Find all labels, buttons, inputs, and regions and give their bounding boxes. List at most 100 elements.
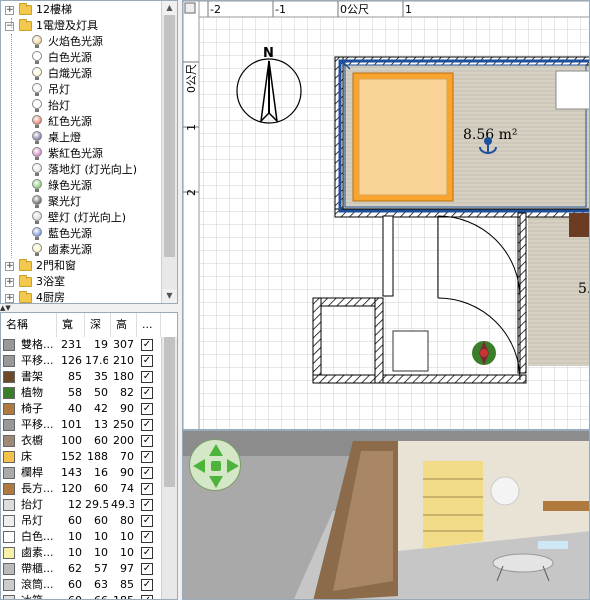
- tree-item[interactable]: 聚光灯: [1, 194, 161, 210]
- table-row[interactable]: 吊灯 60 60 80 ✓: [1, 513, 161, 529]
- nav-right-arrow-icon[interactable]: [227, 459, 239, 473]
- visible-checkbox[interactable]: ✓: [141, 547, 153, 559]
- table-row[interactable]: 長方... 120 60 74 ✓: [1, 481, 161, 497]
- visible-checkbox[interactable]: ✓: [141, 483, 153, 495]
- lock-icon[interactable]: [184, 2, 196, 14]
- tree-item[interactable]: 綠色光源: [1, 178, 161, 194]
- table-row[interactable]: 床 152 188 70 ✓: [1, 449, 161, 465]
- tree-category[interactable]: +12樓梯: [1, 2, 161, 18]
- scroll-thumb[interactable]: [164, 15, 175, 257]
- catalog-tree[interactable]: +12樓梯 − 1電燈及灯具 火焰色光源 白色光源 白熾光源 吊灯 抬灯 紅色光源 桌上燈 紫紅色光…: [0, 0, 178, 304]
- table-row[interactable]: 滾筒... 60 63 85 ✓: [1, 577, 161, 593]
- visible-checkbox[interactable]: ✓: [141, 515, 153, 527]
- table-row[interactable]: 抬灯 12 29.5 49.3 ✓: [1, 497, 161, 513]
- table-row[interactable]: 椅子 40 42 90 ✓: [1, 401, 161, 417]
- furniture-dimension: 101: [61, 418, 82, 431]
- table-row[interactable]: 鹵素... 10 10 10 ✓: [1, 545, 161, 561]
- tree-scrollbar[interactable]: ▲ ▼: [161, 1, 177, 303]
- tree-item[interactable]: 紫紅色光源: [1, 146, 161, 162]
- lamp-icon: [31, 179, 43, 193]
- tree-category[interactable]: +4厨房: [1, 290, 161, 303]
- tree-item[interactable]: 落地灯 (灯光向上): [1, 162, 161, 178]
- plant[interactable]: [472, 341, 496, 365]
- table-row[interactable]: 書架 85 35 180 ✓: [1, 369, 161, 385]
- tree-item[interactable]: 壁灯 (灯光向上): [1, 210, 161, 226]
- scroll-up-arrow-icon[interactable]: ▲: [162, 1, 177, 15]
- furniture-dimension: 60: [94, 434, 108, 447]
- ruler-y-label: 0公尺: [185, 64, 198, 93]
- furniture-dimension: 210: [113, 354, 134, 367]
- tree-category[interactable]: − 1電燈及灯具: [1, 18, 161, 34]
- tree-item[interactable]: 抬灯: [1, 98, 161, 114]
- table-row[interactable]: 衣櫥 100 60 200 ✓: [1, 433, 161, 449]
- table-scrollbar[interactable]: [161, 337, 177, 599]
- expand-icon[interactable]: +: [5, 6, 14, 15]
- column-header[interactable]: ...: [137, 313, 161, 337]
- expand-icon[interactable]: +: [5, 294, 14, 303]
- furniture-icon: [3, 531, 15, 543]
- nav-down-arrow-icon[interactable]: [209, 476, 223, 488]
- tree-item[interactable]: 鹵素光源: [1, 242, 161, 258]
- furniture-name: 帶櫃...: [21, 562, 54, 575]
- tree-item[interactable]: 紅色光源: [1, 114, 161, 130]
- visible-checkbox[interactable]: ✓: [141, 563, 153, 575]
- visible-checkbox[interactable]: ✓: [141, 579, 153, 591]
- tree-item[interactable]: 火焰色光源: [1, 34, 161, 50]
- furniture-table[interactable]: 名稱寬深高... 雙格... 231 19 307 ✓ 平移... 126 17.6 210 ✓ 書架…: [0, 312, 178, 600]
- column-header[interactable]: 寬: [57, 313, 85, 337]
- 3d-view[interactable]: [182, 430, 590, 600]
- visible-checkbox[interactable]: ✓: [141, 419, 153, 431]
- visible-checkbox[interactable]: ✓: [141, 595, 153, 599]
- expand-icon[interactable]: +: [5, 278, 14, 287]
- tree-item[interactable]: 吊灯: [1, 82, 161, 98]
- tree-item-label: 鹵素光源: [48, 243, 92, 256]
- table-row[interactable]: 欄桿 143 16 90 ✓: [1, 465, 161, 481]
- ruler-y-label: 2: [185, 189, 198, 196]
- visible-checkbox[interactable]: ✓: [141, 435, 153, 447]
- visible-checkbox[interactable]: ✓: [141, 467, 153, 479]
- visible-checkbox[interactable]: ✓: [141, 355, 153, 367]
- chair[interactable]: [569, 213, 590, 237]
- 3d-bed[interactable]: [423, 461, 483, 549]
- table-row[interactable]: 白色... 10 10 10 ✓: [1, 529, 161, 545]
- column-header[interactable]: 深: [85, 313, 111, 337]
- tree-item[interactable]: 白色光源: [1, 50, 161, 66]
- nav-up-arrow-icon[interactable]: [209, 444, 223, 456]
- ruler-x-label: -2: [210, 3, 221, 16]
- furniture-dimension: 200: [113, 434, 134, 447]
- table-row[interactable]: 帶櫃... 62 57 97 ✓: [1, 561, 161, 577]
- furniture-icon: [3, 499, 15, 511]
- column-header[interactable]: 高: [111, 313, 137, 337]
- nav-left-arrow-icon[interactable]: [193, 459, 205, 473]
- lamp-icon: [31, 83, 43, 97]
- tree-item[interactable]: 藍色光源: [1, 226, 161, 242]
- visible-checkbox[interactable]: ✓: [141, 387, 153, 399]
- ruler-x-label: 1: [405, 3, 412, 16]
- plan-view[interactable]: -2 -1 0公尺 1 0公尺 1 2 N 8.56 m² 5: [182, 0, 590, 430]
- tree-category[interactable]: +2門和窗: [1, 258, 161, 274]
- tree-item[interactable]: 白熾光源: [1, 66, 161, 82]
- visible-checkbox[interactable]: ✓: [141, 371, 153, 383]
- 3d-lamp[interactable]: [490, 476, 520, 506]
- navigation-pad[interactable]: [189, 439, 241, 491]
- scroll-down-arrow-icon[interactable]: ▼: [162, 289, 177, 303]
- visible-checkbox[interactable]: ✓: [141, 403, 153, 415]
- table-row[interactable]: 植物 58 50 82 ✓: [1, 385, 161, 401]
- visible-checkbox[interactable]: ✓: [141, 339, 153, 351]
- furniture-icon: [3, 355, 15, 367]
- collapse-icon[interactable]: −: [5, 22, 14, 31]
- plan-canvas[interactable]: -2 -1 0公尺 1 0公尺 1 2 N 8.56 m² 5: [183, 1, 590, 430]
- table-row[interactable]: 平移... 126 17.6 210 ✓: [1, 353, 161, 369]
- scroll-thumb[interactable]: [164, 337, 175, 487]
- visible-checkbox[interactable]: ✓: [141, 499, 153, 511]
- table-row[interactable]: 雙格... 231 19 307 ✓: [1, 337, 161, 353]
- tree-item[interactable]: 桌上燈: [1, 130, 161, 146]
- table-row[interactable]: 平移... 101 13 250 ✓: [1, 417, 161, 433]
- column-header[interactable]: 名稱: [1, 313, 57, 337]
- visible-checkbox[interactable]: ✓: [141, 451, 153, 463]
- tree-splitter-handle[interactable]: ▲▼: [0, 304, 11, 312]
- table-row[interactable]: 冰箱6066185 ✓: [1, 593, 161, 599]
- tree-category[interactable]: +3浴室: [1, 274, 161, 290]
- visible-checkbox[interactable]: ✓: [141, 531, 153, 543]
- expand-icon[interactable]: +: [5, 262, 14, 271]
